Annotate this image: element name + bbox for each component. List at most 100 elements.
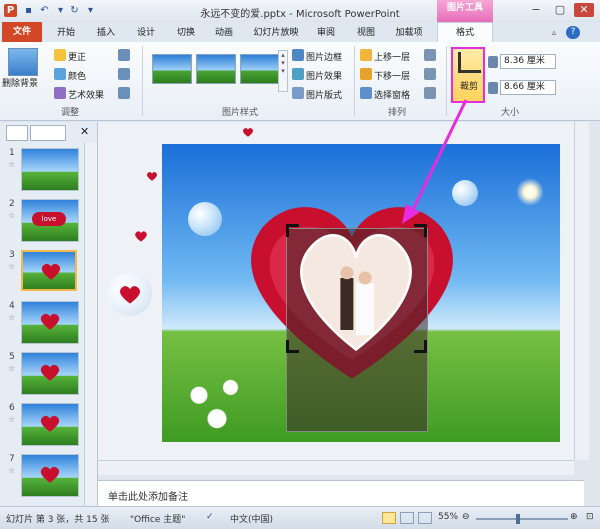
- horizontal-scrollbar[interactable]: [98, 460, 574, 475]
- bring-forward-icon: [360, 49, 372, 61]
- crop-handle-br[interactable]: [414, 340, 427, 353]
- slide-transition-star: ☆: [8, 415, 16, 424]
- heart-photo[interactable]: [290, 226, 422, 356]
- reading-view-icon[interactable]: [418, 512, 432, 524]
- slides-tab[interactable]: [6, 125, 28, 141]
- slide-thumbnail[interactable]: [21, 403, 79, 446]
- slide-thumbnail[interactable]: [21, 352, 79, 395]
- sun-glow: [516, 178, 544, 206]
- slide-transition-star: ☆: [8, 466, 16, 475]
- size-group-label: 大小: [500, 108, 519, 118]
- styles-gallery-scroll[interactable]: ▴ ▾ ▾: [278, 50, 288, 92]
- outline-tab[interactable]: [30, 125, 66, 141]
- floating-heart: [135, 231, 147, 242]
- tab-home[interactable]: 开始: [52, 25, 80, 41]
- picture-layout-button[interactable]: 图片版式: [306, 88, 342, 101]
- slide-sorter-icon[interactable]: [400, 512, 414, 524]
- slide-canvas[interactable]: [162, 144, 560, 442]
- close-button[interactable]: ✕: [574, 3, 594, 17]
- zoom-slider-thumb[interactable]: [516, 514, 520, 524]
- redo-icon[interactable]: ↻: [68, 4, 81, 17]
- crop-label: 裁剪: [459, 82, 478, 92]
- customize-qat-icon[interactable]: ▾: [84, 4, 97, 17]
- tab-format[interactable]: 格式: [437, 22, 493, 42]
- picture-effects-button[interactable]: 图片效果: [306, 69, 342, 82]
- app-logo-icon: P: [4, 4, 17, 17]
- floating-heart: [243, 128, 253, 137]
- vertical-scrollbar[interactable]: [574, 122, 589, 460]
- align-icon[interactable]: [424, 49, 436, 61]
- close-pane-icon[interactable]: ✕: [80, 125, 89, 138]
- picture-style-3[interactable]: [240, 54, 280, 84]
- tab-transitions[interactable]: 切换: [172, 25, 200, 41]
- crop-handle-tl[interactable]: [286, 224, 299, 237]
- bring-forward-button[interactable]: 上移一层: [374, 50, 410, 63]
- height-input[interactable]: 8.36 厘米: [500, 54, 556, 69]
- slides-scrollbar[interactable]: [84, 142, 97, 506]
- undo-icon[interactable]: ↶: [38, 4, 51, 17]
- picture-border-button[interactable]: 图片边框: [306, 50, 342, 63]
- tab-view[interactable]: 视图: [352, 25, 380, 41]
- send-backward-button[interactable]: 下移一层: [374, 69, 410, 82]
- slide-transition-star: ☆: [8, 313, 16, 322]
- width-input[interactable]: 8.66 厘米: [500, 80, 556, 95]
- tab-review[interactable]: 审阅: [312, 25, 340, 41]
- dropdown-icon[interactable]: ▾: [54, 4, 67, 17]
- send-backward-icon: [360, 68, 372, 80]
- tab-design[interactable]: 设计: [132, 25, 160, 41]
- tab-slideshow[interactable]: 幻灯片放映: [250, 25, 302, 41]
- color-button[interactable]: 颜色: [68, 69, 86, 82]
- minimize-ribbon-icon[interactable]: ▵: [548, 25, 560, 41]
- zoom-in-icon[interactable]: ⊕: [570, 512, 578, 522]
- title-bar: P ▪ ↶ ▾ ↻ ▾ 永远不变的爱.pptx - Microsoft Powe…: [0, 0, 600, 23]
- ribbon: 删除背景 更正 颜色 艺术效果 调整 ▴ ▾ ▾ 图片边框 图片效果 图片版式 图片…: [0, 42, 600, 121]
- artistic-effects-icon: [54, 87, 66, 99]
- language[interactable]: 中文(中国): [230, 512, 273, 525]
- normal-view-icon[interactable]: [382, 512, 396, 524]
- tab-insert[interactable]: 插入: [92, 25, 120, 41]
- slide-thumbnail[interactable]: [21, 250, 77, 291]
- group-icon[interactable]: [424, 68, 436, 80]
- slide-thumbnail[interactable]: love: [21, 199, 79, 242]
- change-picture-icon[interactable]: [118, 68, 130, 80]
- help-icon[interactable]: ?: [566, 26, 580, 39]
- slide-thumbnail[interactable]: [21, 301, 79, 344]
- crop-handle-bl[interactable]: [286, 340, 299, 353]
- thumb-heart-icon: [40, 415, 60, 432]
- tab-animations[interactable]: 动画: [210, 25, 238, 41]
- compress-pictures-icon[interactable]: [118, 49, 130, 61]
- slide-number: 3: [9, 250, 15, 260]
- daisy-flowers: [172, 364, 262, 442]
- thumb-heart-icon: [41, 263, 61, 280]
- zoom-out-icon[interactable]: ⊖: [462, 512, 470, 522]
- tab-file[interactable]: 文件: [2, 22, 42, 42]
- height-icon: [488, 56, 498, 68]
- thumb-love-text: love: [32, 212, 66, 226]
- crop-button[interactable]: 裁剪: [451, 47, 485, 103]
- slide-transition-star: ☆: [8, 211, 16, 220]
- slide-thumbnail[interactable]: [21, 454, 79, 497]
- picture-style-1[interactable]: [152, 54, 192, 84]
- slide-number: 2: [9, 199, 15, 209]
- picture-border-icon: [292, 49, 304, 61]
- slide-transition-star: ☆: [8, 262, 16, 271]
- minimize-button[interactable]: −: [526, 3, 546, 17]
- remove-background-button[interactable]: 删除背景: [2, 76, 38, 89]
- artistic-effects-button[interactable]: 艺术效果: [68, 88, 104, 101]
- notes-pane[interactable]: 单击此处添加备注: [98, 480, 584, 507]
- maximize-button[interactable]: ▢: [550, 3, 570, 17]
- reset-picture-icon[interactable]: [118, 87, 130, 99]
- fit-to-window-icon[interactable]: ⊡: [586, 512, 594, 522]
- notes-placeholder: 单击此处添加备注: [108, 492, 188, 503]
- slide-number: 5: [9, 352, 15, 362]
- zoom-level[interactable]: 55%: [438, 512, 458, 522]
- save-icon[interactable]: ▪: [22, 4, 35, 17]
- zoom-slider[interactable]: [476, 518, 568, 520]
- slide-thumbnail[interactable]: [21, 148, 79, 191]
- tab-addins[interactable]: 加载项: [392, 25, 426, 41]
- corrections-button[interactable]: 更正: [68, 50, 86, 63]
- spelling-check-icon[interactable]: ✓: [206, 512, 214, 522]
- window-title: 永远不变的爱.pptx - Microsoft PowerPoint: [200, 9, 400, 20]
- picture-style-2[interactable]: [196, 54, 236, 84]
- slide-number: 4: [9, 301, 15, 311]
